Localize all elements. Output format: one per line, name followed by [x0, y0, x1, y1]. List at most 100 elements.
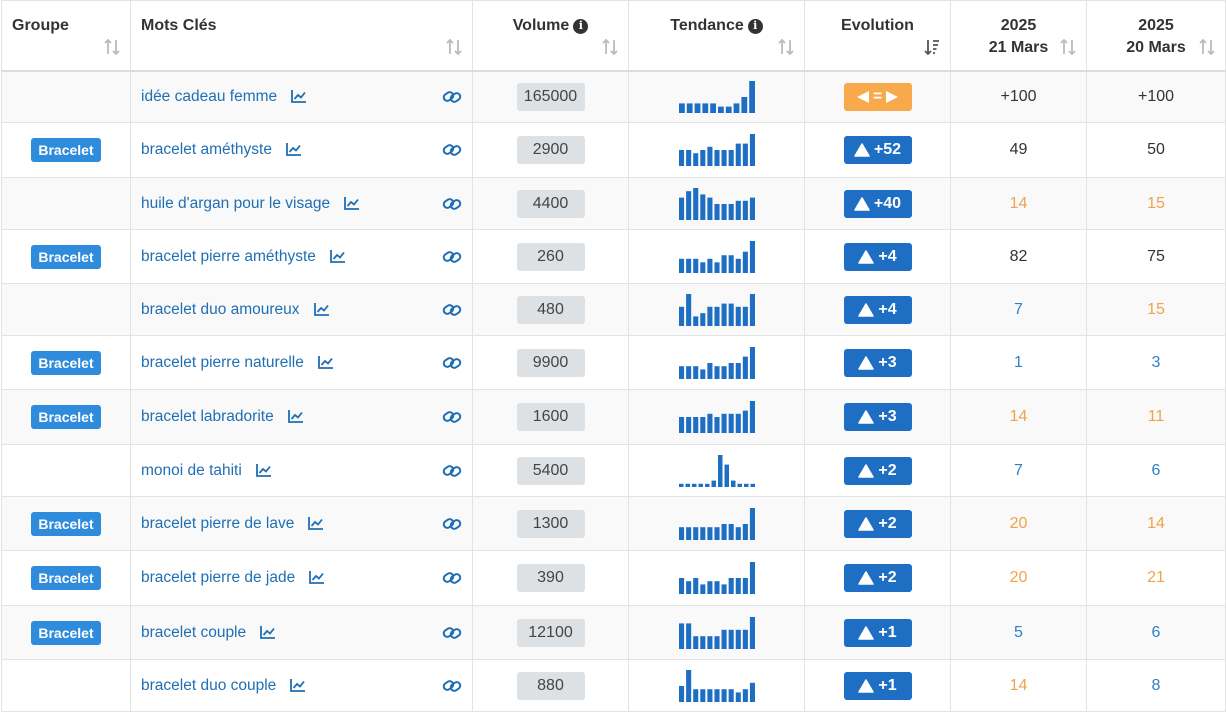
group-badge[interactable]: Bracelet [31, 620, 101, 645]
trend-bar [728, 203, 734, 220]
trend-sparkline [678, 346, 755, 379]
table-header-row: Groupe Mots Clés Volume i Tendance i Evolu… [1, 0, 1226, 72]
trend-bar [735, 691, 741, 702]
sort-icon[interactable] [1060, 38, 1076, 56]
rank-value: 20 [1009, 569, 1028, 586]
rank-value: 20 [1009, 514, 1028, 532]
keyword-link[interactable]: bracelet pierre de lave [141, 515, 294, 532]
link-icon[interactable] [442, 677, 462, 695]
sort-icon[interactable] [1199, 38, 1215, 56]
trend-sparkline [678, 616, 755, 649]
link-icon[interactable] [442, 301, 462, 319]
link-icon[interactable] [442, 515, 462, 533]
group-badge[interactable]: Bracelet [31, 350, 101, 375]
cell-groupe [1, 177, 131, 230]
cell-rank-date-1: 5 [950, 605, 1087, 660]
keyword-link[interactable]: monoi de tahiti [141, 462, 242, 479]
keyword-link[interactable]: bracelet duo amoureux [141, 301, 300, 318]
keyword-link[interactable]: bracelet pierre de jade [141, 569, 295, 586]
link-icon[interactable] [442, 462, 462, 480]
trend-bar [735, 578, 741, 594]
rank-value: 50 [1147, 141, 1165, 158]
col-header-mots-cles[interactable]: Mots Clés [130, 0, 473, 72]
chart-icon[interactable] [308, 516, 324, 530]
keyword-link[interactable]: bracelet duo couple [141, 677, 276, 694]
trend-sparkline [678, 80, 755, 113]
link-icon[interactable] [442, 141, 462, 159]
rank-value: 49 [1009, 141, 1028, 158]
rank-value: 75 [1147, 247, 1165, 265]
col-header-date-2[interactable]: 2025 20 Mars [1086, 0, 1226, 72]
trend-bar [728, 688, 734, 702]
rank-value: 5 [1014, 623, 1023, 641]
trend-bar [728, 254, 734, 273]
group-badge[interactable]: Bracelet [31, 566, 101, 590]
chart-icon[interactable] [290, 678, 306, 692]
group-badge[interactable]: Bracelet [31, 138, 101, 162]
sort-icon[interactable] [446, 38, 462, 56]
keyword-link[interactable]: huile d'argan pour le visage [141, 195, 330, 212]
link-icon[interactable] [442, 569, 462, 587]
col-header-evolution[interactable]: Evolution [804, 0, 951, 72]
chart-icon[interactable] [344, 196, 360, 210]
trend-bar [678, 622, 684, 649]
link-icon[interactable] [442, 354, 462, 372]
trend-bar [713, 306, 720, 326]
sort-desc-icon[interactable] [924, 38, 940, 56]
evolution-badge: +2 [843, 509, 912, 538]
chart-icon[interactable] [287, 409, 304, 423]
link-icon[interactable] [442, 195, 462, 213]
volume-value: 4400 [516, 189, 585, 218]
evolution-value: +3 [878, 353, 897, 371]
info-icon[interactable]: i [573, 18, 589, 34]
chart-icon[interactable] [286, 142, 302, 156]
evolution-badge: +2 [843, 564, 912, 592]
keyword-link[interactable]: bracelet pierre améthyste [141, 248, 316, 265]
col-header-volume[interactable]: Volume i [472, 0, 629, 72]
keyword-link[interactable]: bracelet pierre naturelle [141, 354, 304, 371]
triangle-up-icon [854, 143, 870, 157]
trend-bar [721, 203, 727, 220]
chart-icon[interactable] [291, 89, 307, 103]
evolution-badge: +2 [843, 456, 912, 485]
sort-icon[interactable] [602, 38, 618, 56]
col-header-date-1[interactable]: 2025 21 Mars [950, 0, 1087, 72]
chart-icon[interactable] [255, 463, 272, 477]
group-badge[interactable]: Bracelet [31, 511, 101, 536]
cell-tendance [628, 496, 805, 551]
info-icon[interactable]: i [747, 18, 763, 34]
link-icon[interactable] [442, 408, 462, 426]
col-header-tendance[interactable]: Tendance i [628, 0, 805, 72]
keyword-link[interactable]: bracelet couple [141, 624, 246, 641]
link-icon[interactable] [442, 624, 462, 642]
trend-bar [748, 80, 755, 113]
link-icon[interactable] [442, 248, 462, 266]
trend-bar [685, 365, 691, 379]
chart-icon[interactable] [329, 249, 346, 263]
group-badge[interactable]: Bracelet [31, 244, 101, 269]
cell-mots-cles: monoi de tahiti [130, 444, 473, 497]
link-icon[interactable] [442, 88, 462, 106]
trend-bar [728, 362, 734, 379]
cell-rank-date-2: 75 [1086, 229, 1226, 284]
chart-icon[interactable] [313, 302, 330, 316]
keyword-link[interactable]: bracelet labradorite [141, 408, 274, 425]
col-header-groupe[interactable]: Groupe [1, 0, 131, 72]
keyword-link[interactable]: idée cadeau femme [141, 88, 277, 105]
group-badge[interactable]: Bracelet [31, 405, 101, 429]
trend-bar [678, 685, 684, 702]
trend-bar [685, 581, 691, 594]
sort-icon[interactable] [778, 38, 794, 56]
chart-icon[interactable] [260, 625, 276, 639]
keywords-table: Groupe Mots Clés Volume i Tendance i Evolu… [1, 0, 1226, 712]
keyword-link[interactable]: bracelet améthyste [141, 141, 272, 158]
trend-bar [685, 190, 691, 220]
chart-icon[interactable] [309, 570, 325, 584]
trend-bar [724, 464, 729, 487]
rank-value: 11 [1147, 408, 1165, 425]
cell-rank-date-1: 14 [950, 389, 1087, 445]
rank-value: 7 [1014, 461, 1023, 479]
chart-icon[interactable] [317, 355, 334, 369]
sort-icon[interactable] [104, 38, 120, 56]
cell-evolution: +52 [804, 122, 951, 178]
